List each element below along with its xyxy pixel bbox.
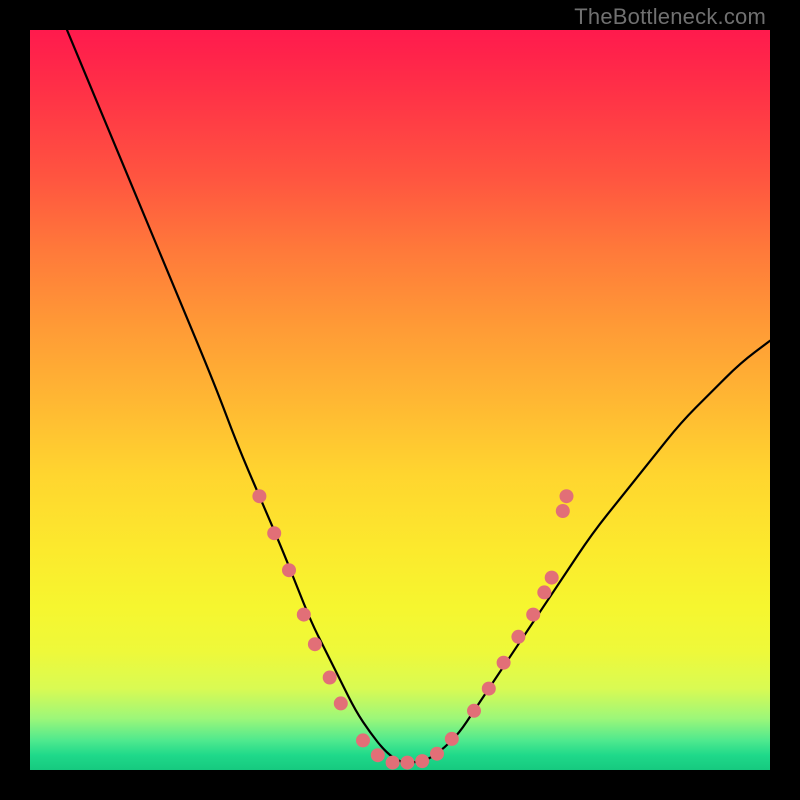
curve-markers <box>252 489 573 769</box>
data-marker <box>445 732 459 746</box>
data-marker <box>482 682 496 696</box>
data-marker <box>560 489 574 503</box>
data-marker <box>282 563 296 577</box>
curve-layer <box>30 30 770 770</box>
data-marker <box>545 571 559 585</box>
watermark-text: TheBottleneck.com <box>574 4 766 30</box>
data-marker <box>556 504 570 518</box>
data-marker <box>356 733 370 747</box>
data-marker <box>308 637 322 651</box>
bottleneck-curve <box>67 30 770 763</box>
data-marker <box>415 754 429 768</box>
data-marker <box>400 756 414 770</box>
plot-area <box>30 30 770 770</box>
chart-frame: TheBottleneck.com <box>0 0 800 800</box>
data-marker <box>297 608 311 622</box>
data-marker <box>323 671 337 685</box>
data-marker <box>467 704 481 718</box>
data-marker <box>371 748 385 762</box>
data-marker <box>430 747 444 761</box>
data-marker <box>537 585 551 599</box>
data-marker <box>386 756 400 770</box>
data-marker <box>511 630 525 644</box>
data-marker <box>497 656 511 670</box>
data-marker <box>526 608 540 622</box>
data-marker <box>334 696 348 710</box>
data-marker <box>252 489 266 503</box>
data-marker <box>267 526 281 540</box>
